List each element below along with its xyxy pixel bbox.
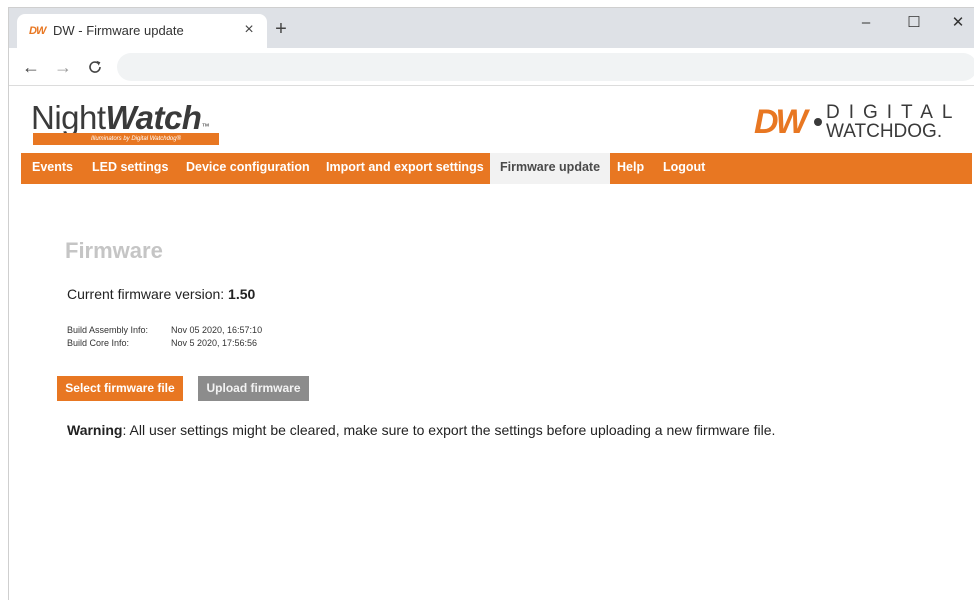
select-firmware-button[interactable]: Select firmware file: [57, 376, 183, 401]
dw-mark: DW: [754, 103, 808, 141]
upload-firmware-button[interactable]: Upload firmware: [198, 376, 309, 401]
nav-events[interactable]: Events: [32, 153, 73, 184]
back-arrow-icon[interactable]: ←: [19, 55, 43, 79]
build-core-info: Build Core Info: Nov 5 2020, 17:56:56: [67, 338, 258, 348]
browser-toolbar: ← →: [9, 48, 974, 86]
browser-tab[interactable]: DW DW - Firmware update ×: [17, 14, 267, 48]
logo-line-digital: DIGITAL: [826, 102, 962, 123]
tab-title: DW - Firmware update: [53, 23, 184, 38]
nav-firmware-update[interactable]: Firmware update: [490, 153, 611, 184]
nightwatch-tagline: Illuminators by Digital Watchdog®: [33, 133, 219, 145]
nav-help[interactable]: Help: [617, 153, 644, 184]
firmware-version: Current firmware version: 1.50: [67, 286, 256, 302]
nav-led-settings[interactable]: LED settings: [92, 153, 168, 184]
tab-strip: DW DW - Firmware update × + – ☐ ✕: [9, 8, 974, 48]
minimize-icon[interactable]: –: [851, 12, 881, 34]
digital-watchdog-logo: DW DIGITAL WATCHDOG.: [754, 103, 974, 143]
nightwatch-logo-text: NightWatch™: [31, 99, 209, 136]
page-title: Firmware: [65, 238, 163, 263]
reload-icon[interactable]: [83, 55, 107, 79]
build-assembly-info: Build Assembly Info: Nov 05 2020, 16:57:1…: [67, 325, 263, 335]
tab-close-icon[interactable]: ×: [239, 20, 259, 40]
logo-dot: [814, 118, 822, 126]
page-content: NightWatch™ Illuminators by Digital Watc…: [9, 87, 974, 600]
logo-line-watchdog: WATCHDOG.: [826, 121, 943, 142]
forward-arrow-icon[interactable]: →: [51, 55, 75, 79]
dw-favicon-icon: DW: [29, 25, 46, 37]
warning-message: Warning: All user settings might be clea…: [67, 422, 776, 438]
nightwatch-logo: NightWatch™ Illuminators by Digital Watc…: [31, 99, 231, 145]
nav-device-configuration[interactable]: Device configuration: [186, 153, 310, 184]
window-close-icon[interactable]: ✕: [943, 12, 973, 34]
main-nav: Events LED settings Device configuration…: [21, 153, 972, 184]
nav-import-export[interactable]: Import and export settings: [326, 153, 484, 184]
nav-logout[interactable]: Logout: [663, 153, 705, 184]
firmware-version-value: 1.50: [228, 286, 256, 302]
maximize-icon[interactable]: ☐: [899, 12, 929, 34]
new-tab-icon[interactable]: +: [271, 19, 291, 39]
browser-window: DW DW - Firmware update × + – ☐ ✕ ← → Ni…: [8, 7, 974, 600]
address-bar[interactable]: [117, 53, 974, 81]
